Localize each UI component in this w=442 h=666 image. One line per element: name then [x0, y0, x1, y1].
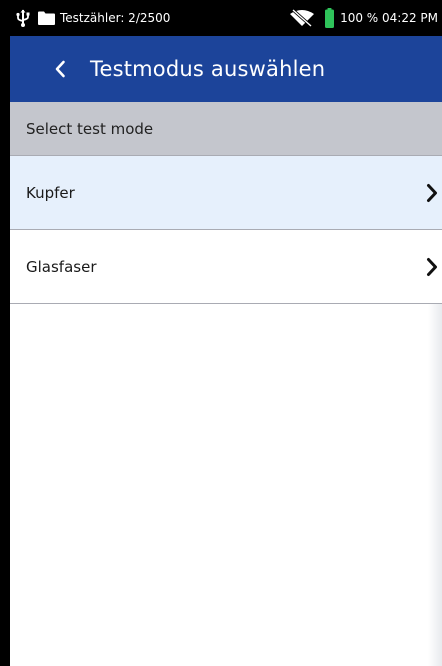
content-area: Select test mode Kupfer Glasfaser	[10, 102, 442, 666]
list-item-label: Kupfer	[26, 184, 75, 202]
chevron-right-icon	[427, 184, 437, 202]
status-bar-right: 100 % 04:22 PM	[289, 0, 438, 36]
section-header-label: Select test mode	[26, 120, 154, 138]
folder-icon	[38, 11, 55, 25]
status-bar: Testzähler: 2/2500 100 % 04:22 PM	[10, 0, 442, 36]
test-counter: Testzähler: 2/2500	[60, 11, 171, 25]
usb-icon	[16, 9, 30, 27]
chevron-right-icon	[427, 258, 437, 276]
back-icon[interactable]	[54, 60, 66, 78]
list-item-glasfaser[interactable]: Glasfaser	[10, 230, 442, 304]
screen: Testzähler: 2/2500 100 % 04:22 PM Testmo…	[0, 0, 442, 666]
list-item-label: Glasfaser	[26, 258, 97, 276]
battery-and-time: 100 % 04:22 PM	[340, 11, 438, 25]
status-bar-left: Testzähler: 2/2500	[10, 0, 170, 36]
app-bar: Testmodus auswählen	[10, 36, 442, 102]
scroll-edge-shade	[428, 304, 442, 666]
section-header: Select test mode	[10, 102, 442, 156]
wifi-off-icon	[290, 9, 315, 27]
battery-icon	[325, 8, 335, 28]
page-title: Testmodus auswählen	[90, 57, 326, 81]
list-item-kupfer[interactable]: Kupfer	[10, 156, 442, 230]
